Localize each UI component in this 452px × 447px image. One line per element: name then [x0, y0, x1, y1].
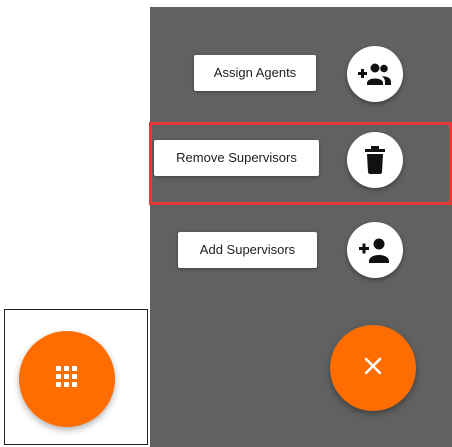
group-add-icon: [358, 61, 392, 87]
apps-grid-icon: [56, 365, 78, 393]
remove-supervisors-label[interactable]: Remove Supervisors: [154, 140, 319, 176]
collapsed-fab-preview: [4, 309, 148, 445]
close-icon: [363, 356, 383, 381]
close-speed-dial-button[interactable]: [330, 325, 416, 411]
screenshot-stage: Assign Agents Remove Supervisors Add Sup…: [0, 0, 452, 447]
assign-agents-button[interactable]: [347, 46, 403, 102]
speed-dial-backdrop[interactable]: Assign Agents Remove Supervisors Add Sup…: [150, 7, 452, 447]
trash-icon: [364, 146, 386, 174]
remove-supervisors-button[interactable]: [347, 132, 403, 188]
assign-agents-label[interactable]: Assign Agents: [194, 55, 316, 91]
add-supervisors-button[interactable]: [347, 222, 403, 278]
person-add-icon: [359, 237, 391, 263]
open-speed-dial-button[interactable]: [19, 331, 115, 427]
add-supervisors-label[interactable]: Add Supervisors: [178, 232, 317, 268]
